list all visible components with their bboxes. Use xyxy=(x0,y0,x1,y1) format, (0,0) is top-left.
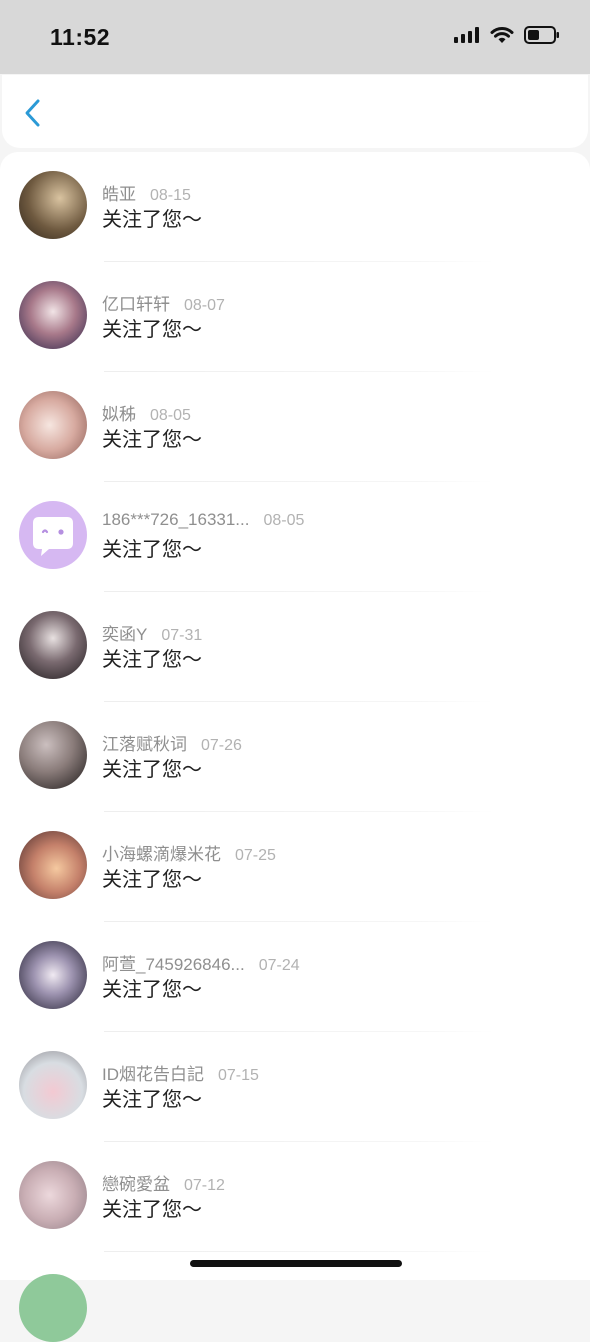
status-icons xyxy=(454,26,560,44)
avatar[interactable] xyxy=(19,941,87,1009)
cellular-signal-icon xyxy=(454,27,479,43)
notification-message: 关注了您～ xyxy=(102,869,202,891)
notification-message: 关注了您～ xyxy=(102,759,202,781)
notification-message: 关注了您～ xyxy=(102,319,202,341)
user-name[interactable]: 皓亚 xyxy=(102,180,136,205)
notification-date: 07-15 xyxy=(218,1067,259,1084)
wifi-icon xyxy=(490,27,514,43)
avatar[interactable] xyxy=(19,1274,87,1342)
list-item[interactable]: 奕函Y 07-31 关注了您～ xyxy=(0,592,590,702)
notification-date: 07-26 xyxy=(201,737,242,754)
user-name[interactable]: ID烟花告白記 xyxy=(102,1060,204,1085)
user-name[interactable]: 姒秭 xyxy=(102,400,136,425)
user-name[interactable]: 戀碗愛盆 xyxy=(102,1170,170,1195)
user-name[interactable]: 江落赋秋词 xyxy=(102,730,187,755)
notification-message: 关注了您～ xyxy=(102,539,202,561)
list-item[interactable]: 小海螺滴爆米花 07-25 关注了您～ xyxy=(0,812,590,922)
home-indicator[interactable] xyxy=(190,1260,402,1267)
status-bar: 11:52 xyxy=(0,0,590,74)
user-name[interactable]: 亿口轩轩 xyxy=(102,290,170,315)
avatar[interactable] xyxy=(19,1161,87,1229)
list-item[interactable]: 阿萱_745926846... 07-24 关注了您～ xyxy=(0,922,590,1032)
notification-list: 皓亚 08-15 关注了您～ 亿口轩轩 08-07 关注了您～ 姒秭 08-05… xyxy=(0,152,590,1280)
list-item[interactable]: 戀碗愛盆 07-12 关注了您～ xyxy=(0,1142,590,1252)
notification-message: 关注了您～ xyxy=(102,649,202,671)
avatar[interactable] xyxy=(19,611,87,679)
avatar[interactable] xyxy=(19,391,87,459)
user-name[interactable]: 奕函Y xyxy=(102,620,147,645)
chevron-left-icon xyxy=(25,99,40,127)
avatar[interactable] xyxy=(19,721,87,789)
chat-bubble-icon xyxy=(33,517,73,556)
status-time: 11:52 xyxy=(50,24,111,50)
notification-date: 07-24 xyxy=(258,957,300,974)
notification-message: 关注了您～ xyxy=(102,979,202,1001)
user-name[interactable]: 小海螺滴爆米花 xyxy=(102,840,221,865)
avatar[interactable] xyxy=(19,1051,87,1119)
user-name[interactable]: 186***726_16331... xyxy=(102,510,249,530)
notification-message: 关注了您～ xyxy=(102,429,202,451)
header xyxy=(2,75,588,148)
notification-message: 关注了您～ xyxy=(102,1089,202,1111)
list-item[interactable]: ID烟花告白記 07-15 关注了您～ xyxy=(0,1032,590,1142)
list-item[interactable]: 186***726_16331... 08-05 关注了您～ xyxy=(0,482,590,592)
avatar[interactable] xyxy=(19,831,87,899)
notification-date: 08-05 xyxy=(263,512,305,529)
list-item[interactable]: 江落赋秋词 07-26 关注了您～ xyxy=(0,702,590,812)
divider xyxy=(104,1251,494,1252)
list-item[interactable]: 皓亚 08-15 关注了您～ xyxy=(0,152,590,262)
list-item[interactable]: 亿口轩轩 08-07 关注了您～ xyxy=(0,262,590,372)
battery-icon xyxy=(524,26,559,44)
avatar[interactable] xyxy=(19,171,87,239)
avatar[interactable] xyxy=(19,281,87,349)
list-item[interactable]: 姒秭 08-05 关注了您～ xyxy=(0,372,590,482)
notification-message: 关注了您～ xyxy=(102,1199,202,1221)
avatar[interactable] xyxy=(19,501,87,569)
notification-message: 关注了您～ xyxy=(102,209,202,231)
back-button[interactable] xyxy=(18,97,50,129)
notification-date: 07-25 xyxy=(235,847,276,864)
user-name[interactable]: 阿萱_745926846... xyxy=(102,950,245,975)
